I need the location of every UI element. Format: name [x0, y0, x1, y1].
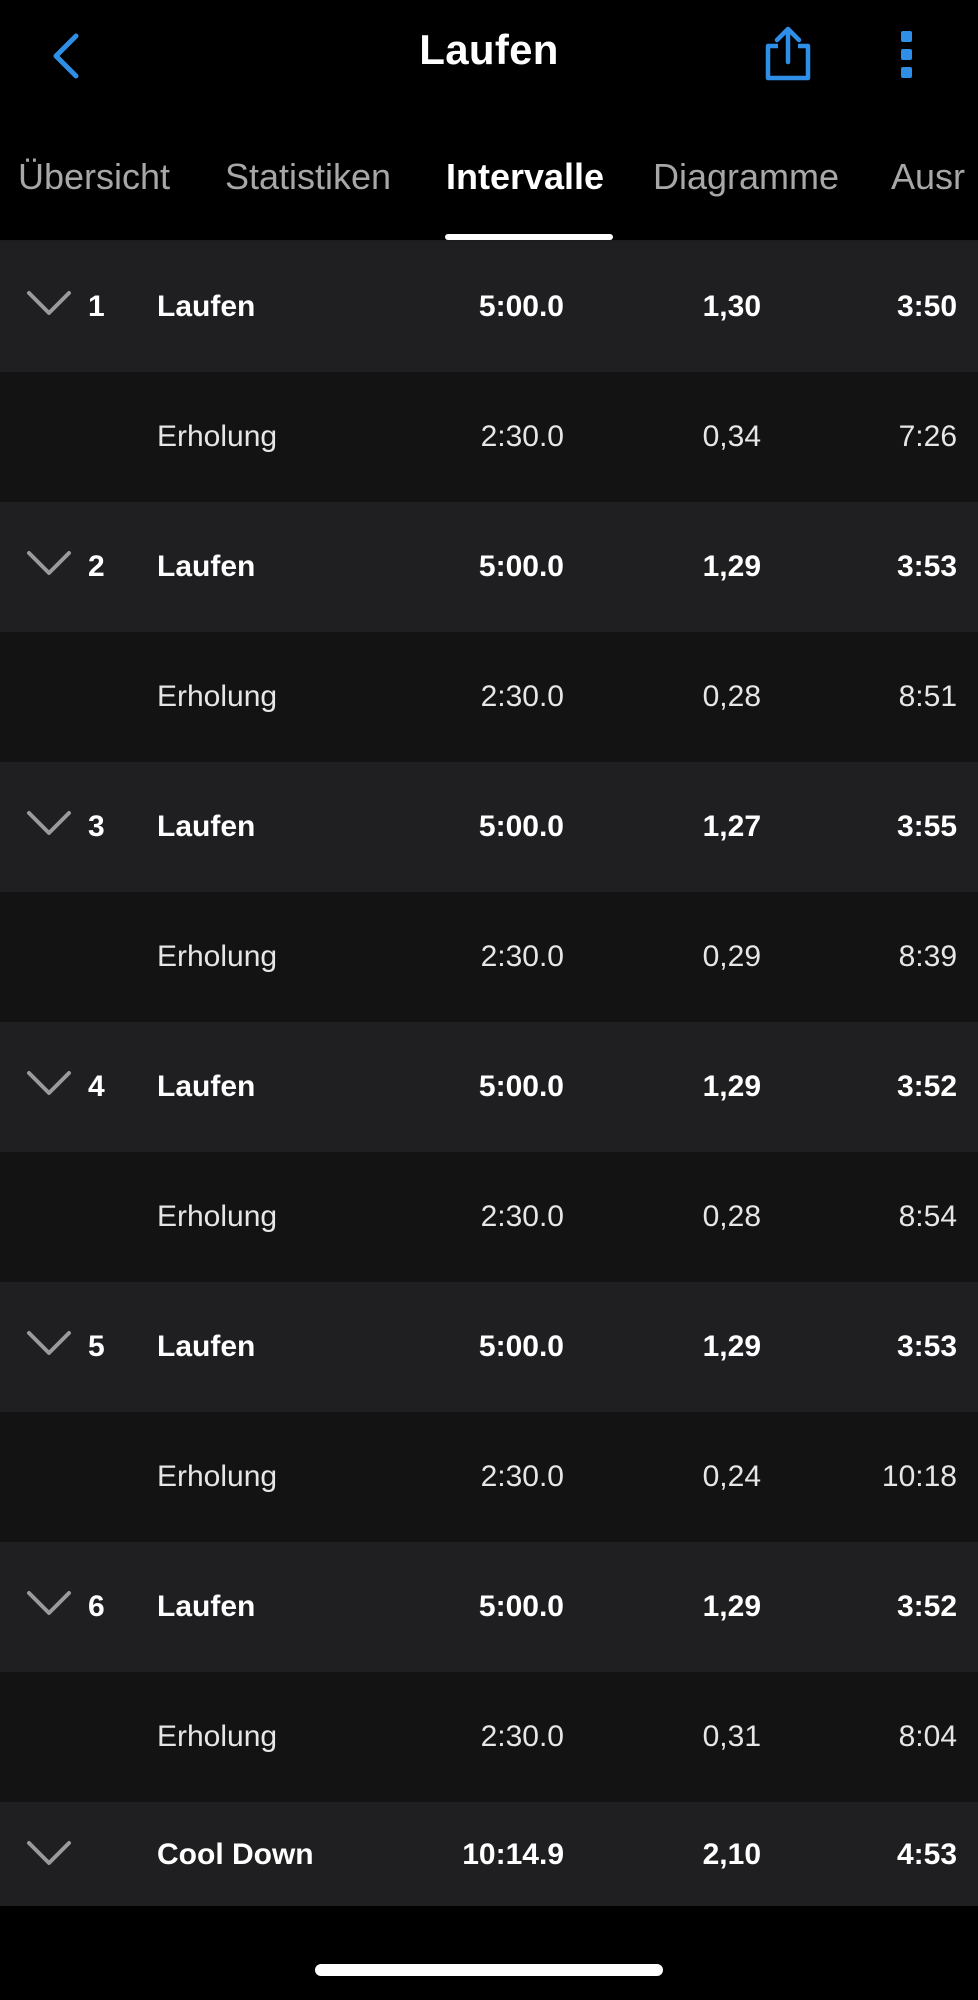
interval-time: 2:30.0	[480, 940, 564, 973]
interval-index: 3	[88, 810, 105, 843]
recovery-row: Erholung 2:30.0 0,28 8:51	[0, 632, 978, 762]
top-bar: Laufen	[0, 0, 978, 110]
interval-index: 1	[88, 290, 105, 323]
interval-index: 4	[88, 1070, 105, 1103]
interval-time: 5:00.0	[478, 550, 564, 583]
page-title: Laufen	[419, 26, 559, 73]
interval-label: Laufen	[157, 810, 256, 843]
interval-pace: 3:52	[896, 1070, 957, 1103]
interval-index: 5	[88, 1330, 105, 1363]
interval-pace: 7:26	[898, 420, 957, 453]
interval-pace: 3:52	[896, 1590, 957, 1623]
home-indicator[interactable]	[315, 1964, 663, 1976]
interval-pace: 3:53	[896, 1330, 957, 1363]
recovery-row: Erholung 2:30.0 0,24 10:18	[0, 1412, 978, 1542]
chevron-down-icon[interactable]	[26, 1838, 72, 1868]
share-icon	[765, 26, 811, 81]
interval-distance: 0,31	[702, 1720, 761, 1753]
interval-time: 10:14.9	[462, 1838, 564, 1871]
chevron-down-icon[interactable]	[26, 808, 72, 838]
cool-down-row[interactable]: Cool Down 10:14.9 2,10 4:53	[0, 1802, 978, 1906]
interval-pace: 8:39	[898, 940, 957, 973]
interval-row[interactable]: 4 Laufen 5:00.0 1,29 3:52	[0, 1022, 978, 1152]
tab-diagramme[interactable]: Diagramme	[653, 156, 839, 198]
chevron-down-icon[interactable]	[26, 288, 72, 318]
share-button[interactable]	[760, 24, 816, 84]
interval-time: 2:30.0	[480, 1200, 564, 1233]
interval-pace: 4:53	[896, 1838, 957, 1871]
interval-label: Erholung	[157, 680, 278, 713]
tab-uebersicht[interactable]: Übersicht	[18, 156, 170, 198]
interval-distance: 1,29	[702, 550, 761, 583]
recovery-row: Erholung 2:30.0 0,31 8:04	[0, 1672, 978, 1802]
tab-statistiken[interactable]: Statistiken	[225, 156, 391, 198]
interval-label: Laufen	[157, 290, 256, 323]
interval-pace: 8:51	[898, 680, 957, 713]
interval-time: 5:00.0	[478, 1070, 564, 1103]
interval-row[interactable]: 6 Laufen 5:00.0 1,29 3:52	[0, 1542, 978, 1672]
interval-pace: 8:54	[898, 1200, 957, 1233]
interval-distance: 0,28	[702, 680, 761, 713]
recovery-row: Erholung 2:30.0 0,29 8:39	[0, 892, 978, 1022]
interval-label: Laufen	[157, 550, 256, 583]
interval-time: 5:00.0	[478, 810, 564, 843]
interval-label: Erholung	[157, 1200, 278, 1233]
more-options-button[interactable]	[890, 26, 924, 82]
interval-pace: 8:04	[898, 1720, 957, 1753]
interval-distance: 1,30	[702, 290, 761, 323]
interval-label: Erholung	[157, 940, 278, 973]
interval-index: 6	[88, 1590, 105, 1623]
interval-pace: 3:50	[896, 290, 957, 323]
interval-distance: 2,10	[702, 1838, 761, 1871]
tab-intervalle[interactable]: Intervalle	[446, 156, 604, 198]
interval-row[interactable]: 3 Laufen 5:00.0 1,27 3:55	[0, 762, 978, 892]
interval-distance: 0,24	[702, 1460, 761, 1493]
interval-distance: 0,28	[702, 1200, 761, 1233]
chevron-down-icon[interactable]	[26, 1068, 72, 1098]
chevron-down-icon[interactable]	[26, 1588, 72, 1618]
tab-bar: Übersicht Statistiken Intervalle Diagram…	[0, 110, 978, 240]
more-vertical-icon	[901, 31, 912, 78]
interval-time: 5:00.0	[478, 290, 564, 323]
interval-label: Cool Down	[157, 1838, 314, 1871]
interval-row[interactable]: 5 Laufen 5:00.0 1,29 3:53	[0, 1282, 978, 1412]
interval-index: 2	[88, 550, 105, 583]
interval-label: Laufen	[157, 1590, 256, 1623]
chevron-down-icon[interactable]	[26, 548, 72, 578]
interval-row[interactable]: 1 Laufen 5:00.0 1,30 3:50	[0, 242, 978, 372]
interval-label: Erholung	[157, 1460, 278, 1493]
interval-distance: 1,29	[702, 1070, 761, 1103]
interval-pace: 10:18	[881, 1460, 957, 1493]
interval-distance: 0,34	[702, 420, 761, 453]
interval-distance: 1,29	[702, 1330, 761, 1363]
interval-label: Erholung	[157, 420, 278, 453]
interval-label: Erholung	[157, 1720, 278, 1753]
interval-distance: 1,29	[702, 1590, 761, 1623]
recovery-row: Erholung 2:30.0 0,34 7:26	[0, 372, 978, 502]
recovery-row: Erholung 2:30.0 0,28 8:54	[0, 1152, 978, 1282]
interval-distance: 0,29	[702, 940, 761, 973]
interval-time: 2:30.0	[480, 1720, 564, 1753]
interval-time: 2:30.0	[480, 1460, 564, 1493]
interval-row[interactable]: 2 Laufen 5:00.0 1,29 3:53	[0, 502, 978, 632]
interval-label: Laufen	[157, 1330, 256, 1363]
interval-label: Laufen	[157, 1070, 256, 1103]
interval-list: 1 Laufen 5:00.0 1,30 3:50 Erholung 2:30.…	[0, 242, 978, 1906]
interval-pace: 3:55	[896, 810, 957, 843]
interval-time: 5:00.0	[478, 1590, 564, 1623]
interval-pace: 3:53	[896, 550, 957, 583]
interval-distance: 1,27	[702, 810, 761, 843]
interval-time: 2:30.0	[480, 680, 564, 713]
interval-time: 2:30.0	[480, 420, 564, 453]
interval-time: 5:00.0	[478, 1330, 564, 1363]
chevron-down-icon[interactable]	[26, 1328, 72, 1358]
tab-ausruestung[interactable]: Ausr	[891, 156, 965, 198]
